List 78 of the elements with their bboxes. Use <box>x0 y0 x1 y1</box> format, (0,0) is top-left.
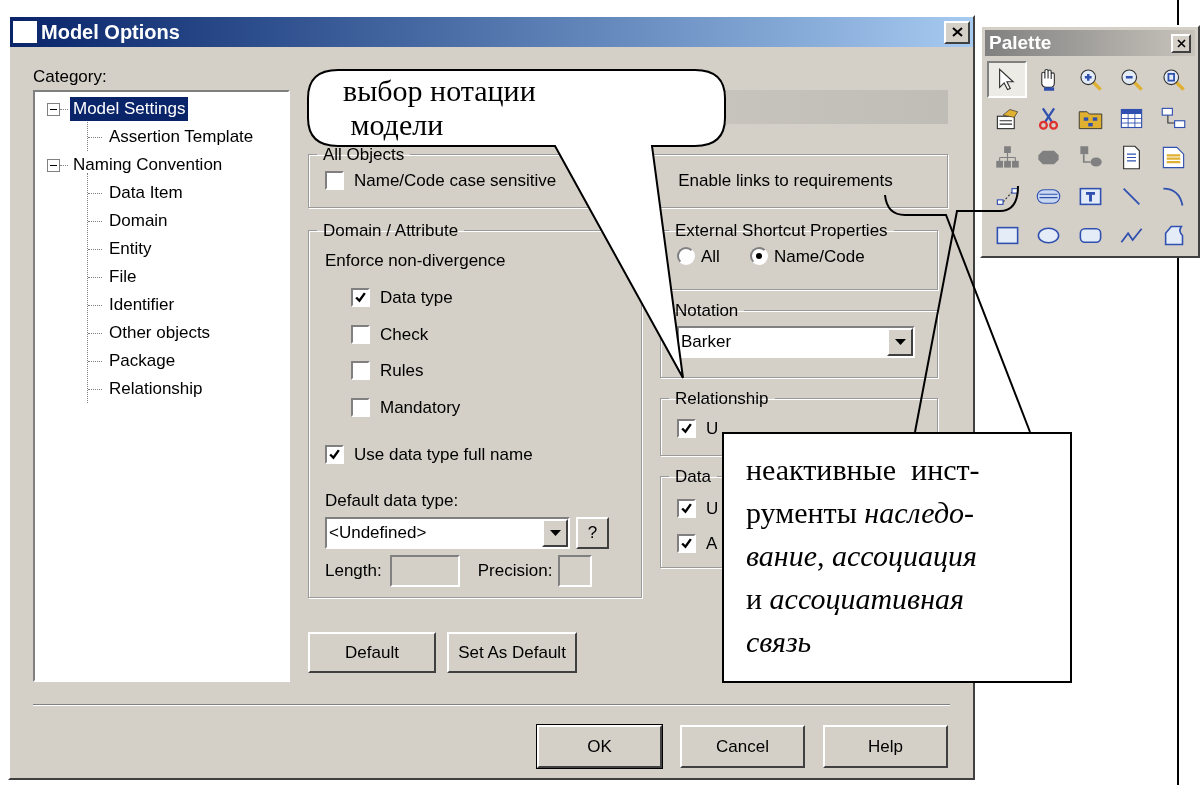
checkbox[interactable] <box>677 498 696 518</box>
tree-item[interactable]: Entity <box>106 237 155 261</box>
checkbox-label: Name/Code case sensitive <box>354 169 557 192</box>
tree-item[interactable]: Package <box>106 349 179 373</box>
checkbox-label: Data type <box>380 287 453 309</box>
button[interactable]: ? <box>576 517 609 549</box>
callout: неактивные инст- рументы наследо- вание, ассоциация и ассоциативная связь <box>722 432 1072 683</box>
checkmark-icon <box>328 448 341 462</box>
checkbox-label: A <box>706 533 718 555</box>
category-label: Category: <box>33 66 108 88</box>
caret-icon <box>549 530 561 536</box>
app-icon <box>13 21 37 43</box>
group-title: External Shortcut Properties <box>674 220 889 242</box>
checkmark-icon <box>680 501 693 515</box>
palette-title: Palette <box>989 30 1052 55</box>
dropdown[interactable]: <Undefined> <box>325 517 570 549</box>
button[interactable]: Default <box>308 632 436 673</box>
radio-label: Name/Code <box>773 245 865 268</box>
field-label: Precision: <box>477 560 553 583</box>
tool-button[interactable] <box>987 61 1027 98</box>
collapse-icon[interactable] <box>47 102 60 116</box>
tree-item[interactable]: Identifier <box>106 293 178 317</box>
radio-button[interactable] <box>677 247 695 266</box>
checkbox-label: Mandatory <box>380 396 461 419</box>
checkbox[interactable] <box>351 397 370 417</box>
collapse-icon[interactable] <box>47 158 60 172</box>
group-title: Data <box>674 466 712 488</box>
dropdown-button[interactable] <box>542 519 568 547</box>
tree-item[interactable]: Data Item <box>106 181 186 205</box>
option-label: Enable links to requirements <box>678 169 893 192</box>
tree-item[interactable]: Assertion Template <box>106 125 257 149</box>
checkbox-label: Check <box>380 323 429 346</box>
checkmark-icon <box>680 421 693 435</box>
group-title: Notation <box>674 300 740 322</box>
checkbox-label: Use data type full name <box>354 444 533 466</box>
checkbox[interactable] <box>351 288 370 308</box>
radio-label: All <box>701 245 720 268</box>
button[interactable]: Set As Default <box>447 632 577 673</box>
checkbox[interactable] <box>677 418 696 438</box>
radio-button[interactable] <box>749 247 768 266</box>
checkbox-label: U <box>706 417 719 440</box>
checkmark-icon <box>680 537 693 551</box>
group-title: All Objects <box>322 144 406 166</box>
field-label: Length: <box>325 560 382 583</box>
button[interactable]: Cancel <box>680 725 805 768</box>
close-icon <box>951 27 963 37</box>
option-label: Enforce non-divergence <box>325 249 507 272</box>
checkbox-label: Rules <box>380 360 424 382</box>
checkbox[interactable] <box>351 361 370 381</box>
group-title: Relationship <box>674 388 770 410</box>
close-button[interactable] <box>944 20 970 44</box>
callout-text: выбор нотации модели <box>343 74 536 142</box>
window-title: Model Options <box>41 20 180 45</box>
hierarchy-icon <box>993 144 1021 171</box>
dropdown-button[interactable] <box>887 327 913 356</box>
checkmark-icon <box>354 291 367 305</box>
tree-item[interactable]: Naming Convention <box>70 153 226 177</box>
input-field[interactable] <box>558 555 593 587</box>
checkbox[interactable] <box>677 534 696 554</box>
checkbox[interactable] <box>351 324 370 344</box>
button[interactable]: OK <box>537 725 662 768</box>
close-button[interactable] <box>1171 33 1191 53</box>
close-icon <box>1176 38 1186 48</box>
input-field[interactable] <box>389 555 460 587</box>
button[interactable]: Help <box>823 725 948 768</box>
group-title: Domain / Attribute <box>322 220 460 242</box>
tree-item[interactable]: Relationship <box>106 377 206 401</box>
field-label: Default data type: <box>325 489 460 512</box>
tree-item[interactable]: File <box>106 265 140 289</box>
tree-item[interactable]: Other objects <box>106 321 214 345</box>
caret-icon <box>894 338 906 345</box>
tree-item[interactable]: Model Settings <box>70 97 189 121</box>
zoom-out-icon <box>1118 66 1146 93</box>
dropdown[interactable]: Barker <box>677 325 915 358</box>
checkbox[interactable] <box>325 445 344 465</box>
tree-item[interactable]: Domain <box>106 209 171 233</box>
checkbox[interactable] <box>325 170 344 190</box>
checkbox-label: U <box>706 497 719 520</box>
